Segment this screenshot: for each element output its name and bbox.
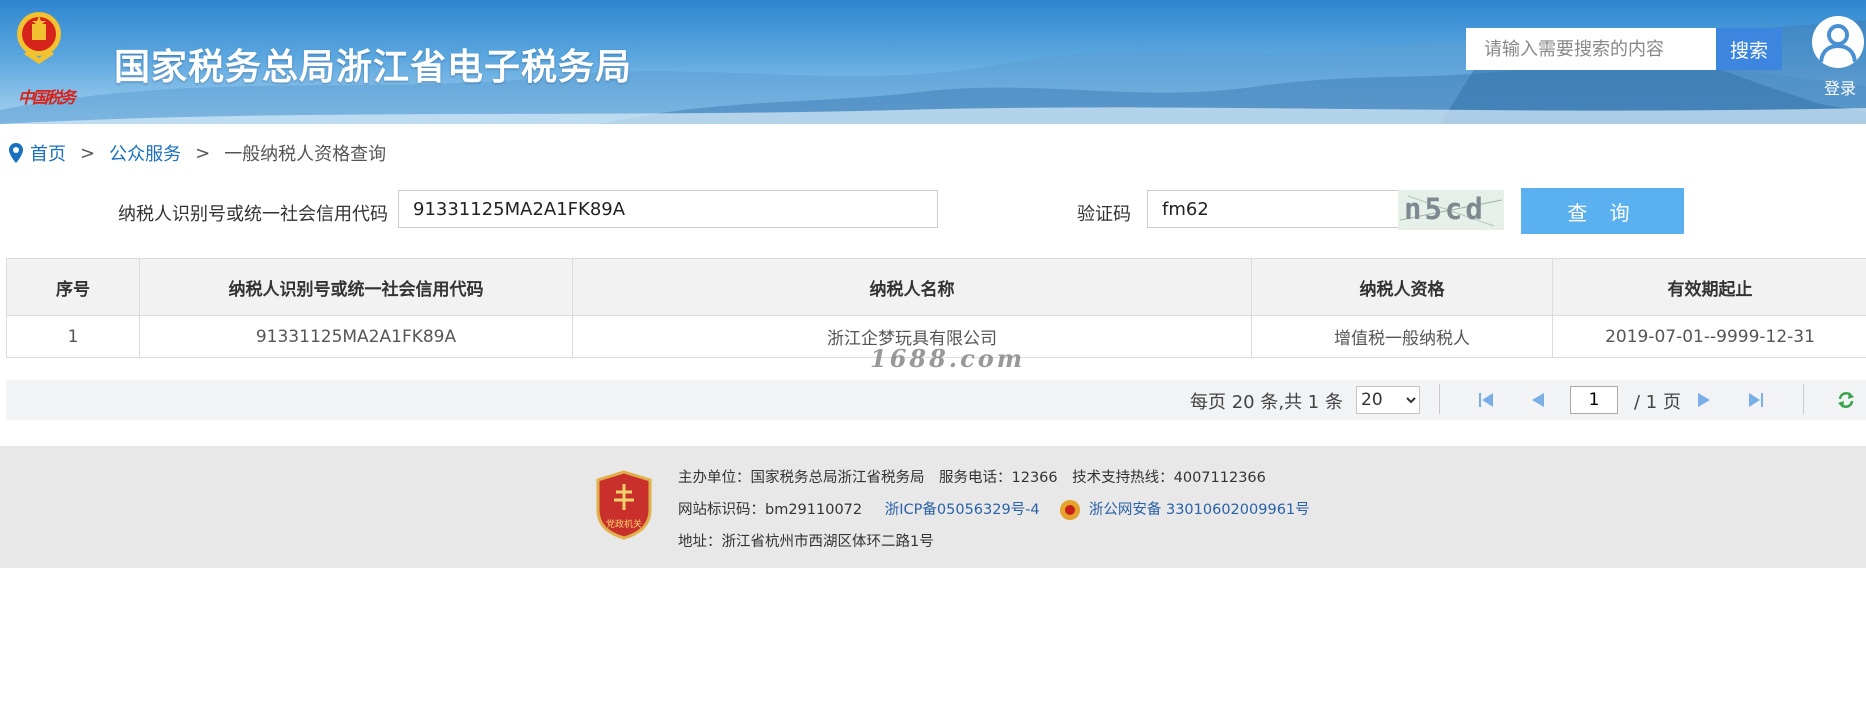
login-link[interactable]: 登录 [1824, 75, 1856, 99]
watermark: 1688.com [870, 344, 1026, 373]
user-avatar-icon[interactable] [1812, 16, 1864, 68]
breadcrumb-separator: > [80, 142, 96, 164]
taxpayer-id-label: 纳税人识别号或统一社会信用代码 [118, 204, 388, 225]
first-page-icon[interactable] [1476, 390, 1496, 410]
captcha-image[interactable]: n5cd [1398, 190, 1504, 230]
site-title: 国家税务总局浙江省电子税务局 [114, 47, 633, 88]
taxpayer-id-input[interactable] [398, 190, 938, 228]
pager-divider [1439, 384, 1440, 414]
query-button[interactable]: 查 询 [1521, 188, 1684, 234]
last-page-icon[interactable] [1746, 390, 1766, 410]
column-header-qualification: 纳税人资格 [1251, 258, 1553, 316]
table-header-row: 序号 纳税人识别号或统一社会信用代码 纳税人名称 纳税人资格 有效期起止 [6, 258, 1866, 316]
footer-site-code: 网站标识码：bm29110072 [678, 502, 863, 518]
footer-police-record-link[interactable]: 浙公网安备 33010602009961号 [1089, 502, 1310, 518]
footer-icp-link[interactable]: 浙ICP备05056329号-4 [885, 502, 1040, 518]
column-header-taxpayer-id: 纳税人识别号或统一社会信用代码 [139, 258, 573, 316]
footer-site-info: 网站标识码：bm29110072 浙ICP备05056329号-4 浙公网安备 … [678, 498, 1310, 520]
page-size-info: 每页 20 条,共 1 条 [1190, 392, 1343, 413]
column-header-index: 序号 [6, 258, 140, 316]
breadcrumb-public-service-link[interactable]: 公众服务 [109, 140, 181, 166]
badge-text: 党政机关 [606, 518, 642, 530]
location-pin-icon [9, 143, 23, 163]
captcha-input[interactable] [1147, 190, 1399, 228]
next-page-icon[interactable] [1694, 390, 1714, 410]
breadcrumb-separator: > [195, 142, 211, 164]
tax-emblem-icon [17, 12, 61, 64]
cell-index: 1 [6, 315, 140, 358]
breadcrumb-current: 一般纳税人资格查询 [224, 144, 387, 165]
refresh-icon[interactable] [1836, 390, 1856, 410]
site-footer: 党政机关 主办单位：国家税务总局浙江省税务局 服务电话：12366 技术支持热线… [0, 446, 1866, 568]
current-page-input[interactable] [1570, 386, 1618, 414]
site-header: 中国税务 国家税务总局浙江省电子税务局 搜索 登录 [0, 0, 1866, 124]
column-header-validity: 有效期起止 [1552, 258, 1866, 316]
cell-qualification: 增值税一般纳税人 [1251, 315, 1553, 358]
prev-page-icon[interactable] [1528, 390, 1548, 410]
footer-address: 地址：浙江省杭州市西湖区体环二路1号 [678, 534, 934, 550]
captcha-label: 验证码 [1077, 204, 1131, 225]
search-input[interactable] [1466, 28, 1716, 70]
cell-taxpayer-id: 91331125MA2A1FK89A [139, 315, 573, 358]
total-pages: / 1 页 [1634, 392, 1681, 413]
police-badge-icon [1060, 500, 1081, 520]
page-size-select[interactable]: 20 [1356, 386, 1420, 414]
pagination-bar: 每页 20 条,共 1 条 20 / 1 页 [6, 380, 1866, 420]
emblem-subtitle: 中国税务 [18, 88, 76, 107]
breadcrumb-home-link[interactable]: 首页 [30, 140, 66, 166]
column-header-taxpayer-name: 纳税人名称 [572, 258, 1252, 316]
search-button[interactable]: 搜索 [1716, 28, 1782, 70]
pager-divider [1803, 384, 1804, 414]
footer-organizer: 主办单位：国家税务总局浙江省税务局 服务电话：12366 技术支持热线：4007… [678, 470, 1266, 486]
party-government-badge-icon[interactable]: 党政机关 [594, 470, 654, 540]
results-table: 序号 纳税人识别号或统一社会信用代码 纳税人名称 纳税人资格 有效期起止 1 9… [6, 258, 1866, 358]
breadcrumb: 首页 > 公众服务 > 一般纳税人资格查询 [8, 140, 386, 166]
captcha-text: n5cd [1404, 192, 1486, 226]
cell-validity: 2019-07-01--9999-12-31 [1552, 315, 1866, 358]
